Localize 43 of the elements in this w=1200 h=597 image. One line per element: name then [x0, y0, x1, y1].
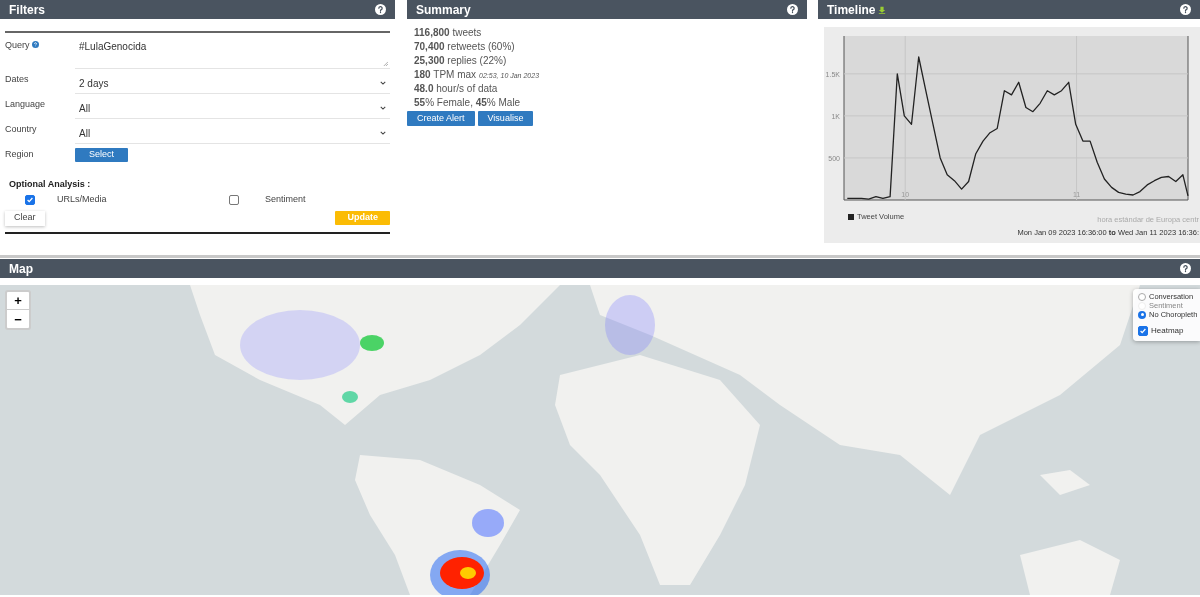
stat-text: 48.0 hour/s of data: [414, 82, 498, 96]
help-icon[interactable]: [31, 41, 39, 48]
dropdown[interactable]: All: [75, 123, 390, 144]
help-icon[interactable]: [1180, 263, 1191, 274]
checkbox[interactable]: [25, 194, 35, 205]
download-icon[interactable]: [878, 5, 887, 14]
panel-title: Timeline: [827, 1, 876, 19]
help-icon[interactable]: [787, 4, 798, 15]
stat-text: 25,300 replies (22%): [414, 54, 507, 68]
panel-title: Filters: [9, 1, 45, 19]
checkbox-label: Heatmap: [1151, 325, 1184, 337]
stat-text: 116,800 tweets: [414, 26, 482, 40]
checkbox-label: Sentiment: [265, 192, 306, 206]
panel-title: Map: [9, 260, 33, 278]
chevron-down-icon: [380, 106, 386, 110]
field-label: Region: [5, 148, 35, 162]
stat-text: 70,400 retweets (60%): [414, 40, 515, 54]
checkbox[interactable]: [1138, 326, 1148, 336]
action-button[interactable]: Visualise: [477, 111, 534, 126]
clear-button[interactable]: Clear: [5, 210, 45, 226]
dropdown[interactable]: All: [75, 98, 390, 119]
field-label: Dates: [5, 73, 30, 86]
checkbox[interactable]: [229, 194, 239, 205]
checkbox-label: URLs/Media: [57, 192, 107, 206]
zoom-out-button[interactable]: −: [7, 310, 29, 328]
select-button[interactable]: Select: [75, 148, 128, 162]
query-field[interactable]: #LulaGenocida: [75, 37, 390, 69]
stat-text: 180 TPM max: [414, 68, 477, 82]
field-label: Country: [5, 123, 38, 136]
action-button[interactable]: Create Alert: [407, 111, 475, 126]
panel-title: Summary: [416, 1, 471, 19]
resize-grip-icon: [383, 61, 388, 66]
section-title: Optional Analysis :: [9, 178, 92, 191]
chevron-down-icon: [380, 131, 386, 135]
field-label: Query: [5, 39, 30, 52]
help-icon[interactable]: [1180, 4, 1191, 15]
stat-text: 55% Female, 45% Male: [414, 96, 521, 110]
radio-button[interactable]: [1138, 292, 1146, 301]
field-label: Language: [5, 98, 47, 111]
chevron-down-icon: [380, 81, 386, 85]
help-icon[interactable]: [375, 4, 386, 15]
zoom-in-button[interactable]: +: [7, 292, 29, 310]
dropdown[interactable]: 2 days: [75, 73, 390, 94]
